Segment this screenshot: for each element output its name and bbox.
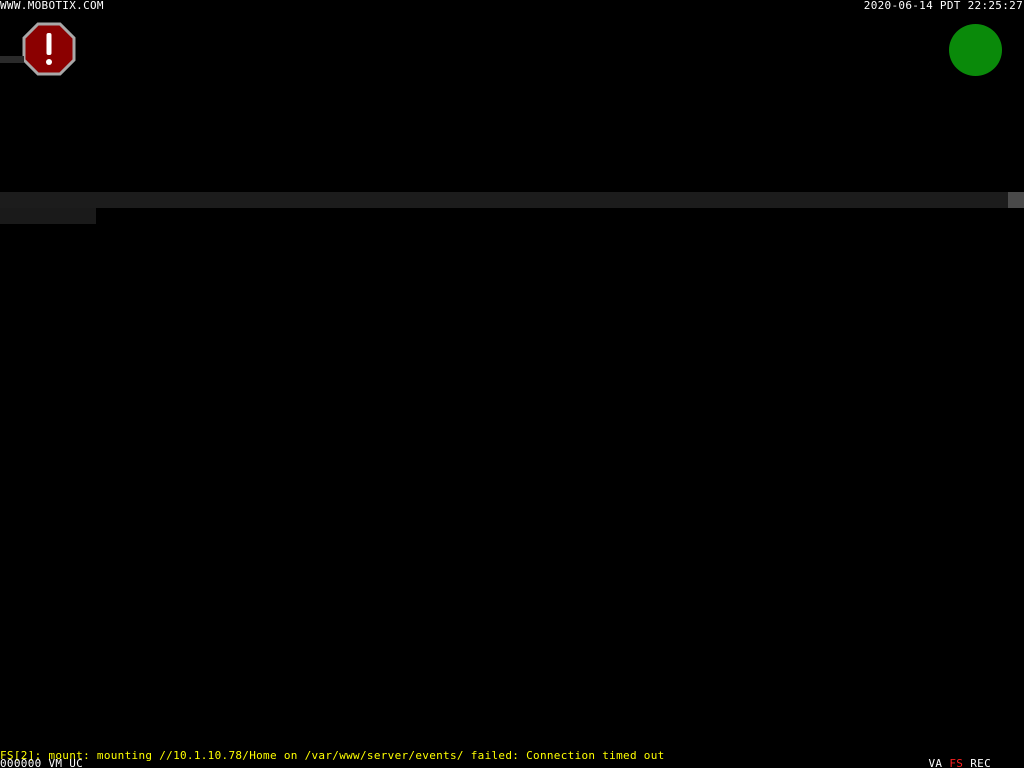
video-artifact-bar	[0, 192, 1008, 208]
status-flags: VA FS REC	[929, 758, 992, 768]
status-flag-fs: FS	[949, 757, 964, 768]
status-dot-icon	[949, 24, 1002, 76]
brand-label: WWW.MOBOTIX.COM	[0, 0, 104, 12]
video-artifact-block	[0, 208, 96, 224]
alarm-exclamation-bar	[46, 33, 52, 55]
status-flag-rec: REC	[970, 757, 991, 768]
status-flag-va: VA	[928, 757, 943, 768]
video-artifact-stub	[0, 56, 24, 63]
timestamp-label: 2020-06-14 PDT 22:25:27	[863, 0, 1023, 12]
alarm-exclamation-dot	[46, 59, 52, 65]
event-counter: 000000 VM UC	[0, 757, 84, 768]
error-message: FS[2]: mount: mounting //10.1.10.78/Home…	[0, 749, 665, 762]
video-artifact-bar-end	[1008, 192, 1024, 208]
exclamation-stop-icon	[22, 22, 76, 76]
